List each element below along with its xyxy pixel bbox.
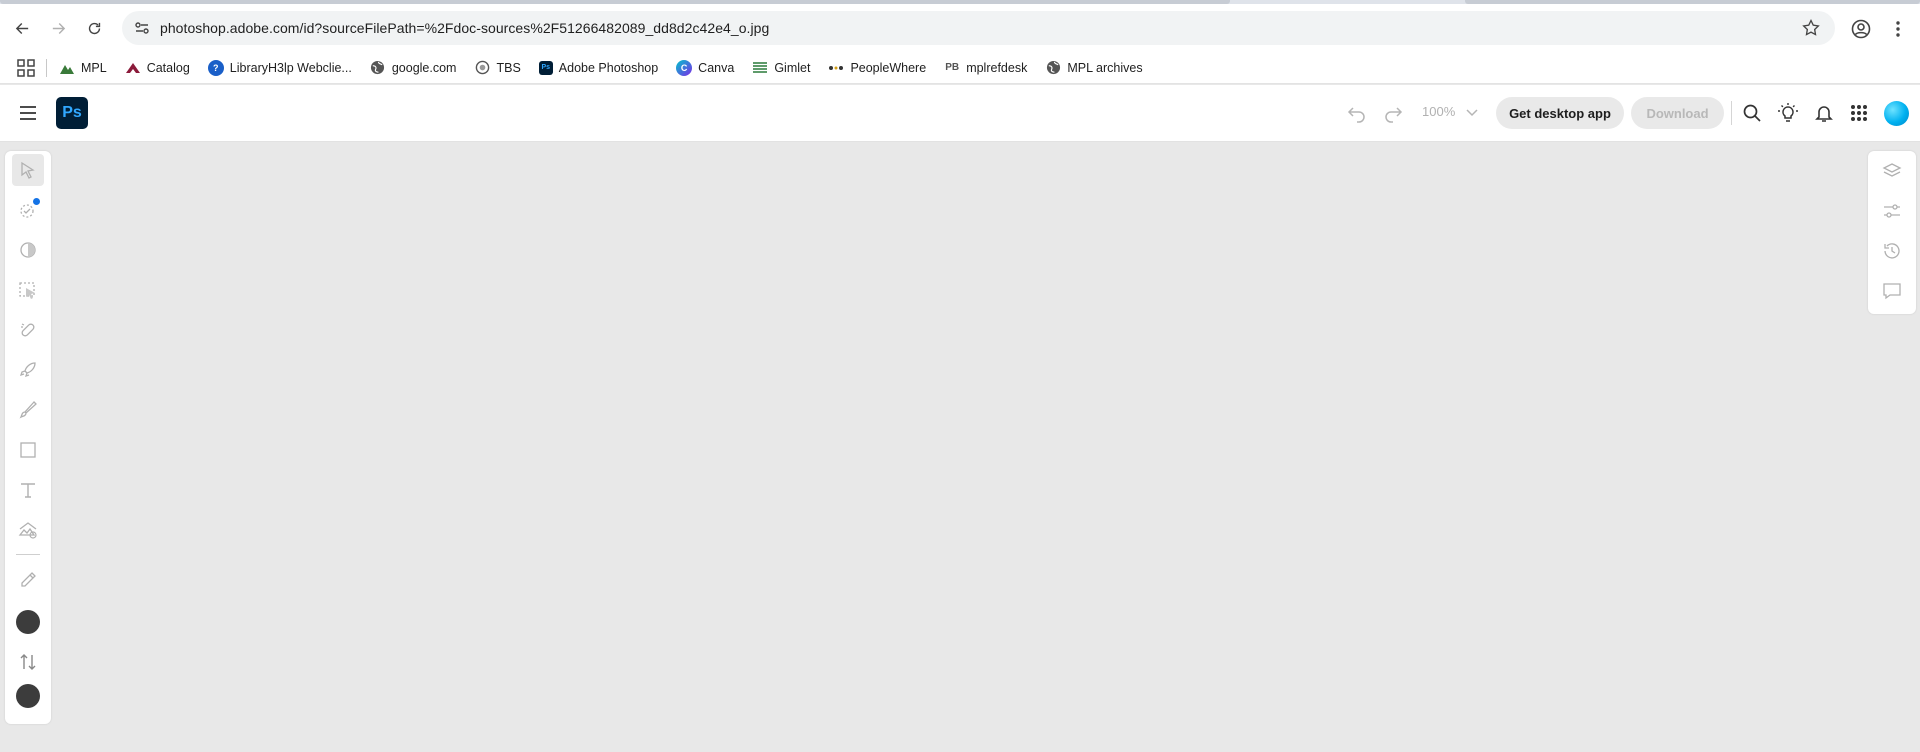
arrow-left-icon	[15, 22, 28, 34]
canva-icon: C	[676, 59, 693, 76]
learn-button[interactable]	[1777, 102, 1799, 124]
tool-brush[interactable]	[12, 394, 44, 426]
download-button[interactable]: Download	[1631, 97, 1724, 129]
foreground-color-swatch[interactable]	[16, 610, 40, 634]
apps-grid-icon	[1851, 105, 1867, 121]
apps-grid-icon[interactable]	[16, 58, 36, 78]
search-button[interactable]	[1741, 102, 1763, 124]
bookmark-mpl-archives[interactable]: MPL archives	[1045, 60, 1143, 76]
tool-generative[interactable]	[12, 354, 44, 386]
zoom-level[interactable]: 100%	[1422, 104, 1455, 119]
tbs-icon	[474, 60, 490, 76]
photoshop-logo[interactable]: Ps	[56, 97, 88, 129]
history-icon	[1884, 243, 1900, 259]
bookmarks-bar: MPL Catalog ? LibraryH3lp Webclie... goo…	[0, 52, 1920, 84]
swap-arrows-icon	[20, 654, 36, 670]
search-icon	[1743, 104, 1761, 122]
hamburger-menu-icon[interactable]	[18, 103, 38, 123]
brush-icon	[19, 401, 37, 419]
background-color-swatch[interactable]	[16, 684, 40, 708]
catalog-icon	[125, 60, 141, 76]
history-button[interactable]	[1880, 239, 1904, 263]
right-panel	[1868, 151, 1916, 314]
comment-icon	[1883, 283, 1901, 300]
bookmark-canva[interactable]: C Canva	[676, 59, 734, 76]
bookmarks-separator	[46, 58, 47, 77]
bookmark-star-icon[interactable]	[1801, 18, 1821, 38]
sliders-icon	[1884, 204, 1900, 218]
bookmark-google[interactable]: google.com	[370, 60, 456, 76]
gimlet-icon	[752, 60, 768, 76]
text-icon	[21, 483, 35, 498]
bookmark-gimlet[interactable]: Gimlet	[752, 60, 810, 76]
adjustments-icon	[20, 242, 36, 258]
comments-button[interactable]	[1880, 279, 1904, 303]
layers-button[interactable]	[1880, 159, 1904, 183]
arrow-right-icon	[52, 22, 65, 34]
forward-button[interactable]	[45, 15, 71, 41]
peoplewhere-icon	[828, 60, 844, 76]
mountain-icon	[59, 60, 75, 76]
redo-icon	[1385, 107, 1403, 123]
profile-icon	[1851, 19, 1871, 39]
object-selection-icon	[19, 282, 35, 299]
eyedropper-icon	[21, 572, 36, 587]
bookmark-mplrefdesk[interactable]: PB mplrefdesk	[944, 60, 1027, 76]
kebab-menu-icon	[1896, 21, 1900, 37]
get-desktop-app-button[interactable]: Get desktop app	[1496, 97, 1624, 129]
redo-button[interactable]	[1382, 102, 1404, 124]
undo-button[interactable]	[1346, 102, 1368, 124]
properties-button[interactable]	[1880, 199, 1904, 223]
layers-icon	[1882, 163, 1902, 177]
bookmark-catalog[interactable]: Catalog	[125, 60, 190, 76]
back-button[interactable]	[9, 15, 35, 41]
bandage-icon	[21, 323, 35, 337]
tool-eyedropper[interactable]	[12, 564, 44, 596]
tool-quick-actions[interactable]	[12, 194, 44, 226]
undo-icon	[1347, 107, 1365, 123]
toolbar-separator	[16, 554, 40, 555]
bookmark-tbs[interactable]: TBS	[474, 60, 521, 76]
reload-icon	[88, 22, 100, 34]
help-icon: ?	[207, 59, 224, 76]
notifications-button[interactable]	[1813, 102, 1835, 124]
notification-dot	[33, 198, 40, 205]
chevron-down-icon[interactable]	[1464, 104, 1480, 120]
app-switcher-button[interactable]	[1848, 102, 1870, 124]
bookmark-libraryh3lp[interactable]: ? LibraryH3lp Webclie...	[207, 59, 352, 76]
photoshop-icon: Ps	[538, 60, 553, 75]
bookmark-adobe-photoshop[interactable]: Ps Adobe Photoshop	[538, 60, 658, 75]
tool-healing[interactable]	[12, 314, 44, 346]
address-bar-row: photoshop.adobe.com/id?sourceFilePath=%2…	[0, 4, 1920, 52]
add-image-icon	[18, 522, 37, 539]
tool-shape[interactable]	[12, 434, 44, 466]
header-separator	[1731, 101, 1732, 125]
rocket-icon	[19, 362, 36, 378]
bookmark-peoplewhere[interactable]: PeopleWhere	[828, 60, 926, 76]
tool-selection[interactable]	[12, 274, 44, 306]
ps-header: Ps 100% Get desktop app Download	[0, 85, 1920, 142]
move-arrow-icon	[21, 161, 35, 179]
bell-icon	[1815, 106, 1833, 122]
url-text[interactable]: photoshop.adobe.com/id?sourceFilePath=%2…	[160, 20, 769, 36]
tools-panel	[5, 151, 51, 724]
globe-icon	[370, 60, 386, 76]
tool-adjustments[interactable]	[12, 234, 44, 266]
tool-image[interactable]	[12, 514, 44, 546]
omnibox[interactable]: photoshop.adobe.com/id?sourceFilePath=%2…	[122, 11, 1835, 45]
rectangle-icon	[20, 442, 36, 458]
lightbulb-icon	[1778, 103, 1798, 122]
swap-colors-button[interactable]	[12, 646, 44, 678]
tool-move[interactable]	[12, 154, 44, 186]
chrome-menu-button[interactable]	[1887, 18, 1909, 40]
avatar[interactable]	[1884, 101, 1909, 126]
tool-type[interactable]	[12, 474, 44, 506]
bookmark-mpl[interactable]: MPL	[59, 60, 107, 76]
site-info-icon[interactable]	[130, 16, 154, 40]
globe-icon	[1045, 60, 1061, 76]
pb-icon: PB	[945, 62, 960, 73]
reload-button[interactable]	[81, 15, 107, 41]
profile-button[interactable]	[1850, 18, 1872, 40]
